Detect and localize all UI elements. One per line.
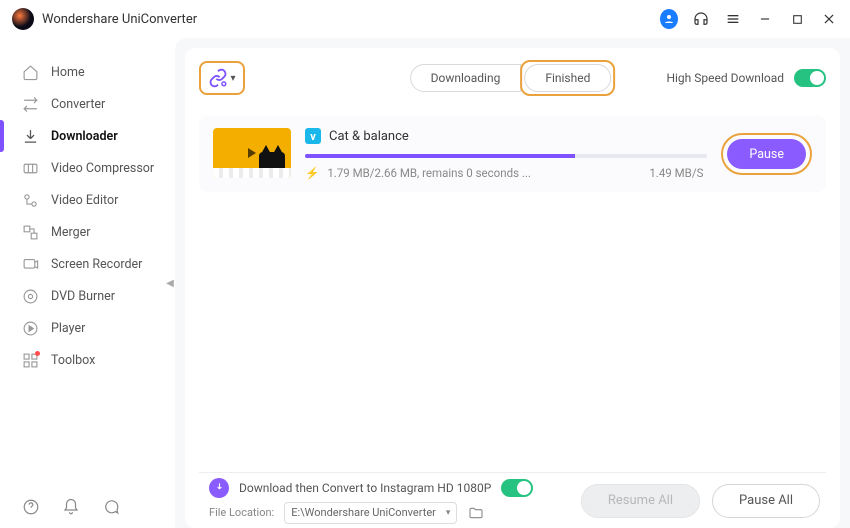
file-location-label: File Location:: [209, 506, 274, 519]
feedback-icon[interactable]: [102, 498, 120, 516]
progress-bar: [305, 154, 707, 158]
player-icon: [22, 320, 39, 337]
maximize-button[interactable]: [788, 10, 806, 28]
chevron-down-icon: ▾: [230, 73, 235, 84]
sidebar: Home Converter Downloader Video Compress…: [0, 38, 175, 528]
support-icon[interactable]: [692, 10, 710, 28]
minimize-button[interactable]: [756, 10, 774, 28]
convert-toggle[interactable]: [501, 479, 533, 497]
sidebar-label: Converter: [51, 97, 105, 112]
sidebar-label: Downloader: [51, 129, 118, 144]
pause-button[interactable]: Pause: [727, 139, 806, 169]
download-title: Cat & balance: [329, 129, 409, 144]
sidebar-item-dvd[interactable]: DVD Burner: [0, 280, 175, 312]
highspeed-label: High Speed Download: [666, 71, 784, 85]
sidebar-label: Screen Recorder: [51, 257, 142, 272]
tab-downloading[interactable]: Downloading: [410, 64, 522, 92]
convert-label: Download then Convert to Instagram HD 10…: [239, 481, 491, 495]
tab-finished-highlight: Finished: [520, 60, 615, 96]
sidebar-item-converter[interactable]: Converter: [0, 88, 175, 120]
toolbar: ▾ Downloading Finished High Speed Downlo…: [199, 58, 826, 98]
sidebar-item-compressor[interactable]: Video Compressor: [0, 152, 175, 184]
sidebar-item-recorder[interactable]: Screen Recorder: [0, 248, 175, 280]
compressor-icon: [22, 160, 39, 177]
file-location-value: E:\Wondershare UniConverter: [291, 506, 436, 519]
tab-finished[interactable]: Finished: [524, 64, 611, 92]
progress-fill: [305, 154, 575, 158]
titlebar: Wondershare UniConverter: [0, 0, 850, 38]
add-url-button[interactable]: ▾: [199, 61, 245, 95]
merger-icon: [22, 224, 39, 241]
pause-highlight: Pause: [721, 133, 812, 175]
sidebar-item-player[interactable]: Player: [0, 312, 175, 344]
downloader-icon: [22, 128, 39, 145]
highspeed-toggle[interactable]: [794, 69, 826, 87]
sidebar-label: Player: [51, 321, 85, 336]
sidebar-item-home[interactable]: Home: [0, 56, 175, 88]
toolbox-icon: [22, 352, 39, 369]
close-button[interactable]: [820, 10, 838, 28]
footer-bar: Download then Convert to Instagram HD 10…: [199, 472, 826, 528]
content-area: ▾ Downloading Finished High Speed Downlo…: [175, 38, 850, 528]
video-thumbnail[interactable]: [213, 128, 291, 178]
download-item: v Cat & balance ⚡ 1.79 MB/2.66 MB, remai…: [199, 116, 826, 192]
sidebar-label: Toolbox: [51, 353, 95, 368]
notifications-icon[interactable]: [62, 498, 80, 516]
app-title: Wondershare UniConverter: [42, 12, 197, 27]
file-location-select[interactable]: E:\Wondershare UniConverter ▾: [284, 502, 457, 524]
bolt-icon: ⚡: [305, 166, 319, 180]
pause-all-button[interactable]: Pause All: [712, 484, 820, 518]
recorder-icon: [22, 256, 39, 273]
sidebar-item-toolbox[interactable]: Toolbox: [0, 344, 175, 376]
chevron-down-icon: ▾: [446, 508, 451, 518]
sidebar-label: Merger: [51, 225, 91, 240]
download-status-text: 1.79 MB/2.66 MB, remains 0 seconds ...: [327, 166, 531, 180]
sidebar-item-merger[interactable]: Merger: [0, 216, 175, 248]
vimeo-source-icon: v: [305, 128, 321, 144]
editor-icon: [22, 192, 39, 209]
open-folder-icon[interactable]: [467, 504, 485, 522]
convert-icon: [209, 478, 229, 498]
converter-icon: [22, 96, 39, 113]
sidebar-item-editor[interactable]: Video Editor: [0, 184, 175, 216]
download-speed: 1.49 MB/S: [649, 166, 707, 180]
sidebar-item-downloader[interactable]: Downloader: [0, 120, 175, 152]
menu-icon[interactable]: [724, 10, 742, 28]
resume-all-button: Resume All: [581, 484, 700, 518]
tab-segment: Downloading Finished: [410, 60, 616, 96]
sidebar-active-indicator: [0, 120, 4, 152]
sidebar-label: Home: [51, 65, 85, 80]
account-avatar[interactable]: [660, 10, 678, 28]
dvd-icon: [22, 288, 39, 305]
sidebar-label: Video Editor: [51, 193, 118, 208]
link-plus-icon: [208, 68, 228, 88]
help-icon[interactable]: [22, 498, 40, 516]
sidebar-label: DVD Burner: [51, 289, 115, 304]
app-logo-icon: [12, 8, 34, 30]
home-icon: [22, 64, 39, 81]
sidebar-label: Video Compressor: [51, 161, 154, 176]
